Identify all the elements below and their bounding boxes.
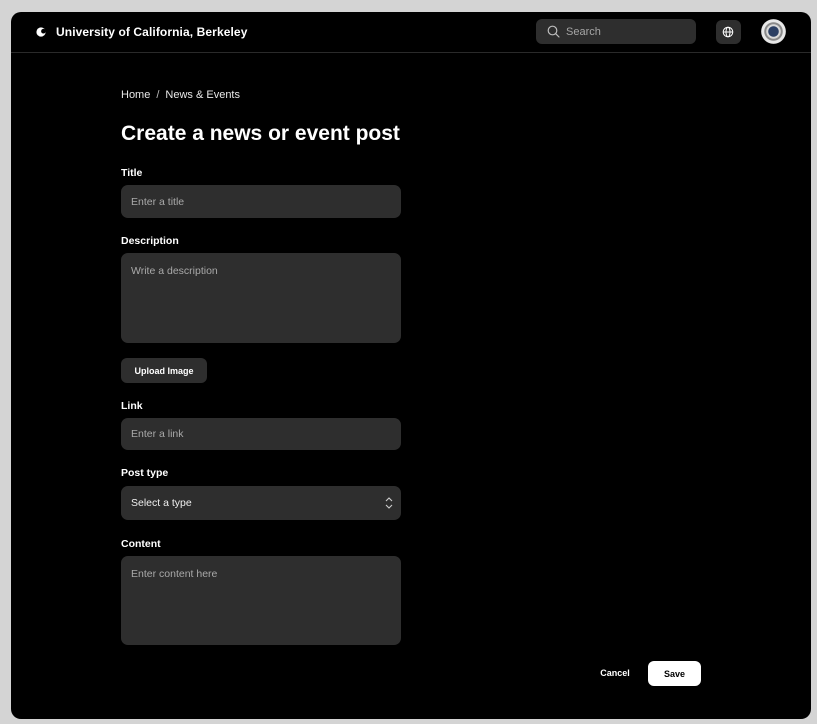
content-textarea[interactable] [121, 556, 401, 645]
breadcrumb: Home / News & Events [121, 89, 240, 101]
breadcrumb-separator: / [156, 89, 160, 101]
top-navigation-bar: University of California, Berkeley [11, 12, 811, 53]
description-textarea[interactable] [121, 253, 401, 343]
language-button[interactable] [716, 20, 741, 44]
description-label: Description [121, 235, 179, 247]
content-label: Content [121, 538, 161, 550]
link-label: Link [121, 400, 143, 412]
post-type-value: Select a type [131, 497, 192, 509]
globe-icon [722, 26, 734, 38]
search-box[interactable] [536, 19, 696, 44]
search-icon [547, 25, 560, 38]
link-input[interactable] [121, 418, 401, 450]
post-type-label: Post type [121, 467, 169, 479]
title-label: Title [121, 167, 143, 179]
user-avatar[interactable] [761, 19, 786, 44]
crescent-logo-icon [36, 27, 46, 37]
cancel-button[interactable]: Cancel [591, 662, 639, 684]
search-input[interactable] [566, 19, 691, 44]
breadcrumb-current[interactable]: News & Events [165, 89, 240, 101]
breadcrumb-home[interactable]: Home [121, 89, 150, 101]
page-title: Create a news or event post [121, 122, 400, 145]
app-window: University of California, Berkeley Home /… [11, 12, 811, 719]
post-type-select[interactable]: Select a type [121, 486, 401, 520]
chevron-updown-icon [385, 497, 393, 509]
upload-image-button[interactable]: Upload Image [121, 358, 207, 383]
title-input[interactable] [121, 185, 401, 218]
save-button[interactable]: Save [648, 661, 701, 686]
brand-name[interactable]: University of California, Berkeley [56, 25, 247, 39]
